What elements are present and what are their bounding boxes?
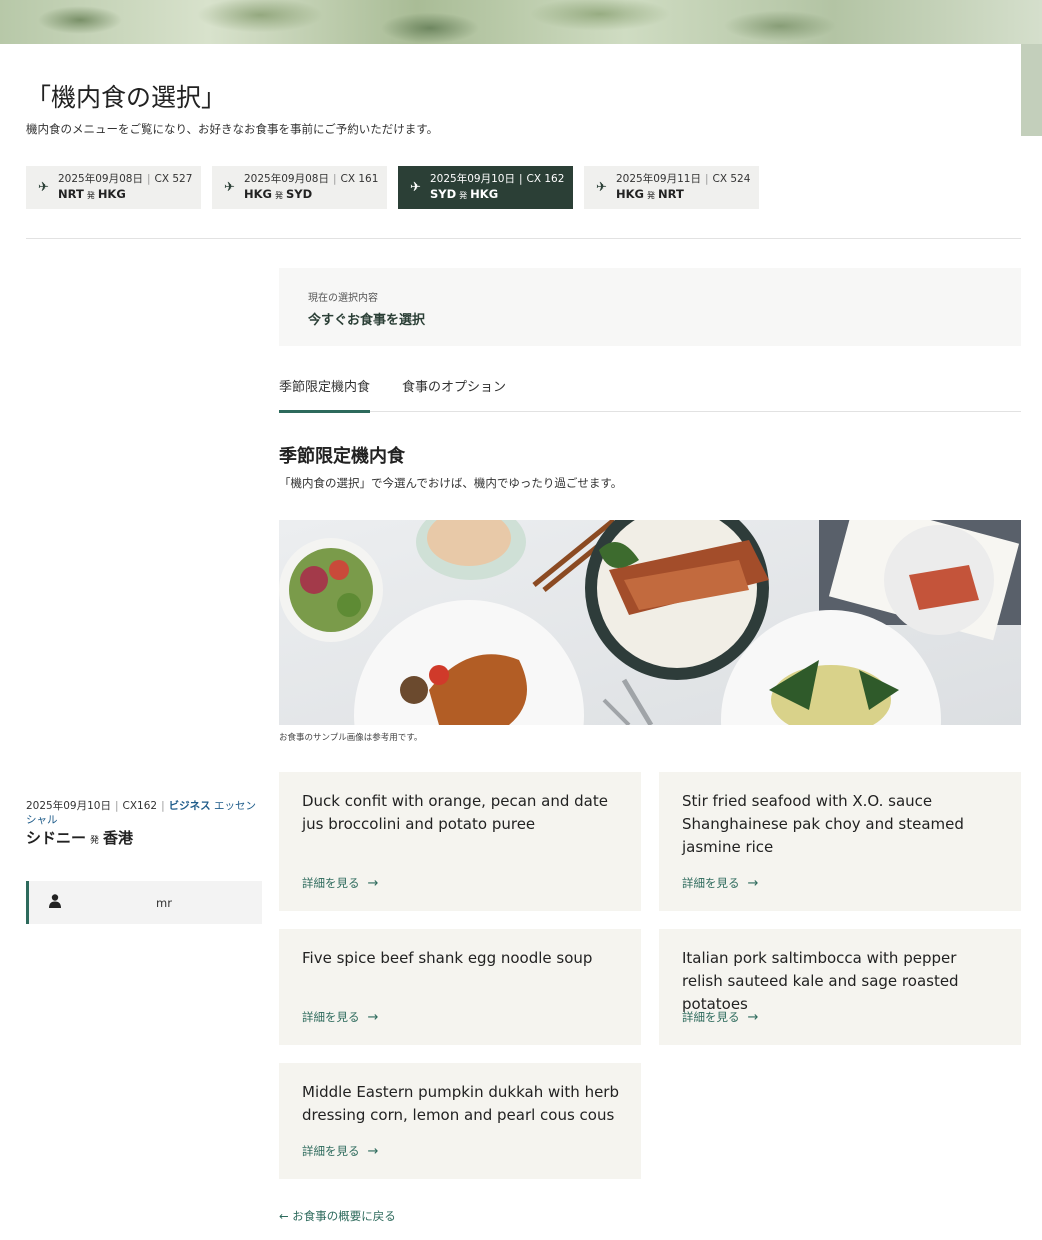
details-link-label: 詳細を見る — [682, 1010, 740, 1024]
airplane-icon: ✈ — [596, 180, 607, 195]
flight-segment-tab-active[interactable]: ✈ 2025年09月10日 | CX 162 SYD 発 HKG — [398, 166, 573, 209]
flight-date: 2025年09月11日 — [616, 173, 701, 185]
section-subtitle: 「機内食の選択」で今選んでおけば、機内でゆったり過ごせます。 — [279, 476, 623, 490]
departure-marker: 発 — [90, 836, 100, 846]
airplane-icon: ✈ — [224, 180, 235, 195]
meal-name: Middle Eastern pumpkin dukkah with herb … — [302, 1083, 619, 1124]
meal-details-link[interactable]: 詳細を見る → — [302, 1143, 378, 1159]
departure-marker: 発 — [274, 191, 283, 200]
sidebar-flight-number: CX162 — [122, 800, 158, 812]
flight-date: 2025年09月10日 — [430, 173, 515, 185]
tab-meal-options[interactable]: 食事のオプション — [402, 366, 506, 412]
flight-segment-tab[interactable]: ✈ 2025年09月11日 | CX 524 HKG 発 NRT — [584, 166, 759, 209]
sidebar-route: シドニー発香港 — [26, 827, 133, 848]
passenger-selector[interactable]: mr — [26, 881, 262, 924]
meal-name: Stir fried seafood with X.O. sauce Shang… — [682, 792, 964, 856]
hero-side-strip — [1021, 44, 1042, 136]
airplane-icon: ✈ — [410, 180, 421, 195]
meal-details-link[interactable]: 詳細を見る → — [682, 1009, 758, 1025]
section-divider — [26, 238, 1021, 239]
flight-date: 2025年09月08日 — [244, 173, 329, 185]
sidebar-date: 2025年09月10日 — [26, 800, 111, 812]
back-to-overview-link[interactable]: ← お食事の概要に戻る — [279, 1208, 396, 1224]
flight-segment-tabs: ✈ 2025年09月08日 | CX 527 NRT 発 HKG ✈ 2025年09月0… — [26, 166, 759, 209]
meal-name: Italian pork saltimbocca with pepper rel… — [682, 949, 959, 1013]
flight-destination: HKG — [470, 187, 499, 201]
flight-number: CX 524 — [712, 173, 751, 185]
meal-card[interactable]: Five spice beef shank egg noodle soup 詳細… — [279, 929, 641, 1045]
flight-origin: NRT — [58, 187, 84, 201]
details-link-label: 詳細を見る — [302, 876, 360, 890]
tab-seasonal-meals[interactable]: 季節限定機内食 — [279, 366, 371, 413]
arrow-right-icon: → — [367, 876, 379, 891]
flight-date: 2025年09月08日 — [58, 173, 143, 185]
arrow-right-icon: → — [747, 1010, 759, 1025]
departure-marker: 発 — [86, 191, 95, 200]
flight-number: CX 161 — [340, 173, 379, 185]
meal-name: Duck confit with orange, pecan and date … — [302, 792, 608, 833]
hero-banner-image — [0, 0, 1042, 44]
current-selection-box: 現在の選択内容 今すぐお食事を選択 — [279, 268, 1021, 346]
meal-details-link[interactable]: 詳細を見る → — [682, 875, 758, 891]
departure-marker: 発 — [459, 191, 468, 200]
meal-details-link[interactable]: 詳細を見る → — [302, 1009, 378, 1025]
meal-card[interactable]: Duck confit with orange, pecan and date … — [279, 772, 641, 911]
selected-flight-meta: 2025年09月10日 | CX162 | ビジネス エッセンシャル — [26, 800, 256, 826]
sidebar-origin: シドニー — [26, 829, 87, 847]
meal-tabs: 季節限定機内食 食事のオプション — [279, 366, 1021, 413]
section-title: 季節限定機内食 — [279, 446, 405, 467]
details-link-label: 詳細を見る — [302, 1010, 360, 1024]
meal-card[interactable]: Stir fried seafood with X.O. sauce Shang… — [659, 772, 1021, 911]
cabin-class-bold: ビジネス — [168, 800, 211, 812]
passenger-name: mr — [156, 895, 172, 910]
back-link-label: お食事の概要に戻る — [292, 1209, 396, 1223]
meal-card[interactable]: Middle Eastern pumpkin dukkah with herb … — [279, 1063, 641, 1179]
airplane-icon: ✈ — [38, 180, 49, 195]
flight-origin: HKG — [244, 187, 272, 201]
arrow-right-icon: → — [747, 876, 759, 891]
person-icon — [29, 893, 84, 912]
sidebar-destination: 香港 — [103, 829, 134, 847]
flight-number: CX 527 — [154, 173, 193, 185]
departure-marker: 発 — [646, 191, 655, 200]
flight-number: CX 162 — [526, 173, 565, 185]
meal-name: Five spice beef shank egg noodle soup — [302, 949, 593, 967]
sample-meal-image — [279, 520, 1021, 725]
page-title: 「機内食の選択」 — [26, 83, 227, 112]
meal-details-link[interactable]: 詳細を見る → — [302, 875, 378, 891]
details-link-label: 詳細を見る — [682, 876, 740, 890]
meal-card[interactable]: Italian pork saltimbocca with pepper rel… — [659, 929, 1021, 1045]
flight-destination: HKG — [97, 187, 126, 201]
flight-destination: SYD — [285, 187, 313, 201]
flight-origin: HKG — [616, 187, 644, 201]
flight-segment-tab[interactable]: ✈ 2025年09月08日 | CX 527 NRT 発 HKG — [26, 166, 201, 209]
flight-segment-tab[interactable]: ✈ 2025年09月08日 | CX 161 HKG 発 SYD — [212, 166, 387, 209]
flight-destination: NRT — [657, 187, 684, 201]
current-selection-value: 今すぐお食事を選択 — [308, 313, 426, 328]
flight-origin: SYD — [430, 187, 457, 201]
arrow-right-icon: → — [367, 1144, 379, 1159]
arrow-right-icon: → — [367, 1010, 379, 1025]
current-selection-label: 現在の選択内容 — [308, 293, 378, 304]
image-disclaimer: お食事のサンプル画像は参考用です。 — [279, 733, 423, 743]
arrow-left-icon: ← — [279, 1209, 293, 1223]
details-link-label: 詳細を見る — [302, 1144, 360, 1158]
page-subtitle: 機内食のメニューをご覧になり、お好きなお食事を事前にご予約いただけます。 — [26, 122, 439, 136]
